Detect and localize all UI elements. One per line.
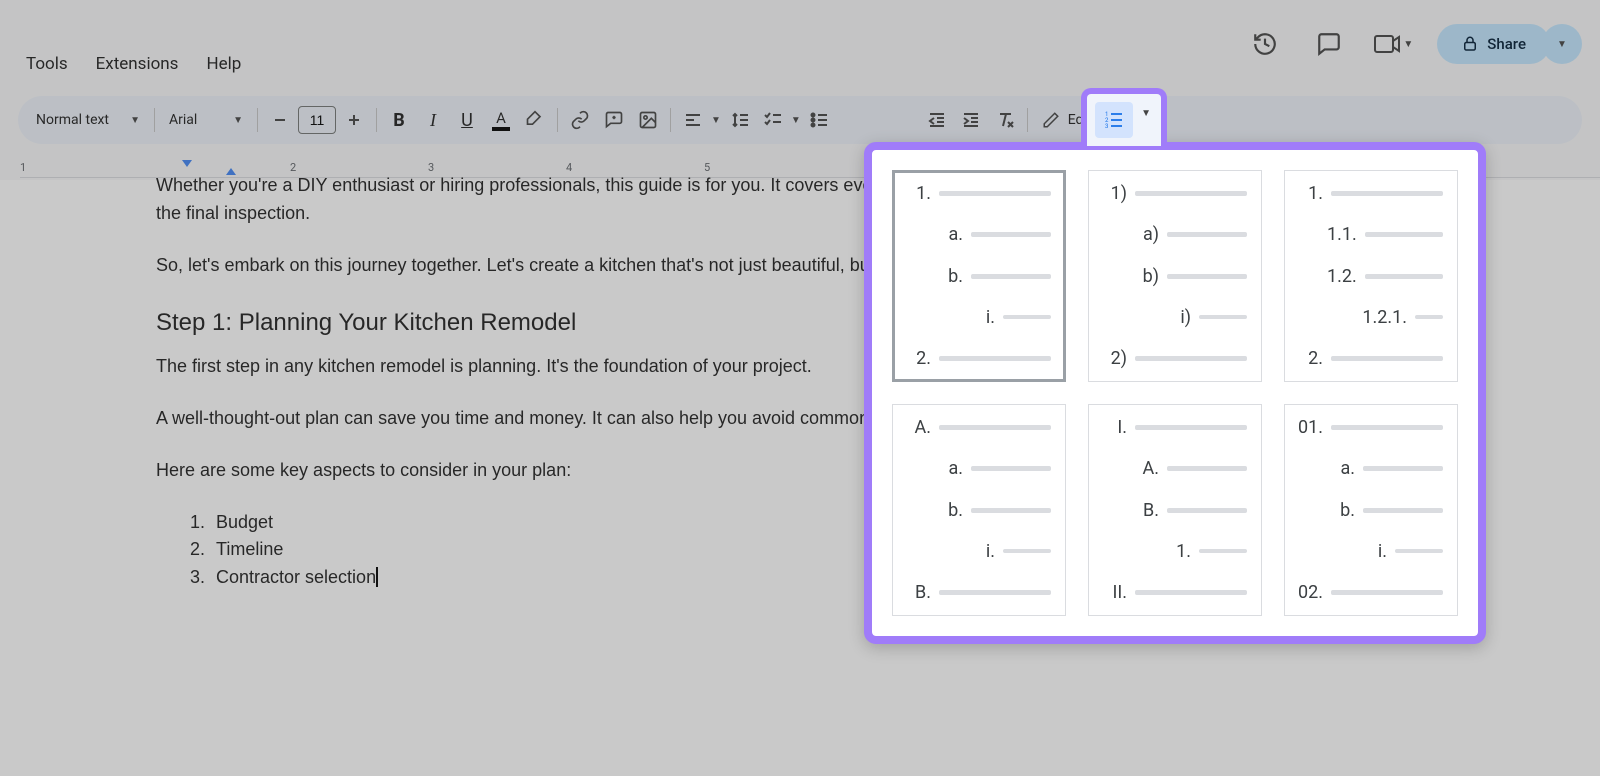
pencil-icon <box>1042 111 1060 129</box>
highlight-button[interactable] <box>519 104 551 136</box>
list-preset-decimal-outline[interactable]: 1. 1.1. 1.2. 1.2.1. 2. <box>1284 170 1458 382</box>
list-preset-1-a-i[interactable]: 1. a. b. i. 2. <box>892 170 1066 382</box>
bold-button[interactable]: B <box>383 104 415 136</box>
ruler-tick: 1 <box>20 161 26 174</box>
increase-font-button[interactable] <box>338 104 370 136</box>
chevron-down-icon: ▼ <box>1557 39 1567 50</box>
menu-bar: Tools Extensions Help <box>0 50 267 90</box>
paragraph-style-label: Normal text <box>36 112 109 128</box>
bulleted-list-button[interactable] <box>803 104 835 136</box>
meet-button[interactable]: ▼ <box>1373 33 1413 55</box>
font-label: Arial <box>169 112 197 128</box>
checklist-button[interactable] <box>757 104 789 136</box>
decrease-indent-button[interactable] <box>921 104 953 136</box>
font-size-input[interactable] <box>298 106 336 134</box>
svg-text:3: 3 <box>1105 123 1108 130</box>
underline-button[interactable]: U <box>451 104 483 136</box>
increase-indent-button[interactable] <box>955 104 987 136</box>
chevron-down-icon: ▼ <box>130 115 140 126</box>
font-dropdown[interactable]: Arial ▼ <box>161 104 251 136</box>
share-button[interactable]: Share <box>1437 24 1550 64</box>
chevron-down-icon: ▼ <box>711 115 721 126</box>
highlight-toolbar-button: 1 2 3 ▼ <box>1081 88 1167 146</box>
menu-extensions[interactable]: Extensions <box>88 50 187 78</box>
list-preset-1paren-aparen[interactable]: 1) a) b) i) 2) <box>1088 170 1262 382</box>
insert-image-button[interactable] <box>632 104 664 136</box>
list-preset-A-a-i[interactable]: A. a. b. i. B. <box>892 404 1066 616</box>
list-preset-I-A-1[interactable]: I. A. B. 1. II. <box>1088 404 1262 616</box>
italic-button[interactable]: I <box>417 104 449 136</box>
chevron-down-icon[interactable]: ▼ <box>1141 108 1151 119</box>
menu-help[interactable]: Help <box>198 50 249 78</box>
line-spacing-button[interactable] <box>723 104 755 136</box>
comments-icon[interactable] <box>1309 24 1349 64</box>
text-cursor <box>376 567 378 587</box>
share-dropdown[interactable]: ▼ <box>1542 24 1582 64</box>
paragraph-style-dropdown[interactable]: Normal text ▼ <box>28 104 148 136</box>
history-icon[interactable] <box>1245 24 1285 64</box>
numbered-list-presets-panel: 1. a. b. i. 2. 1) a) b) i) 2) 1. 1.1. 1.… <box>864 142 1486 644</box>
numbered-list-button[interactable]: 1 2 3 <box>1095 102 1133 138</box>
add-comment-button[interactable] <box>598 104 630 136</box>
toolbar: Normal text ▼ Arial ▼ B I U A ▼ ▼ ▼ Edit… <box>18 96 1582 144</box>
indent-marker-top[interactable] <box>180 158 194 172</box>
decrease-font-button[interactable] <box>264 104 296 136</box>
chevron-down-icon: ▼ <box>233 115 243 126</box>
chevron-down-icon: ▼ <box>1403 39 1413 50</box>
list-preset-01-a-i[interactable]: 01. a. b. i. 02. <box>1284 404 1458 616</box>
align-button[interactable] <box>677 104 709 136</box>
text-color-button[interactable]: A <box>485 104 517 136</box>
menu-tools[interactable]: Tools <box>18 50 76 78</box>
clear-formatting-button[interactable] <box>989 104 1021 136</box>
insert-link-button[interactable] <box>564 104 596 136</box>
chevron-down-icon: ▼ <box>791 115 801 126</box>
share-label: Share <box>1487 35 1526 53</box>
